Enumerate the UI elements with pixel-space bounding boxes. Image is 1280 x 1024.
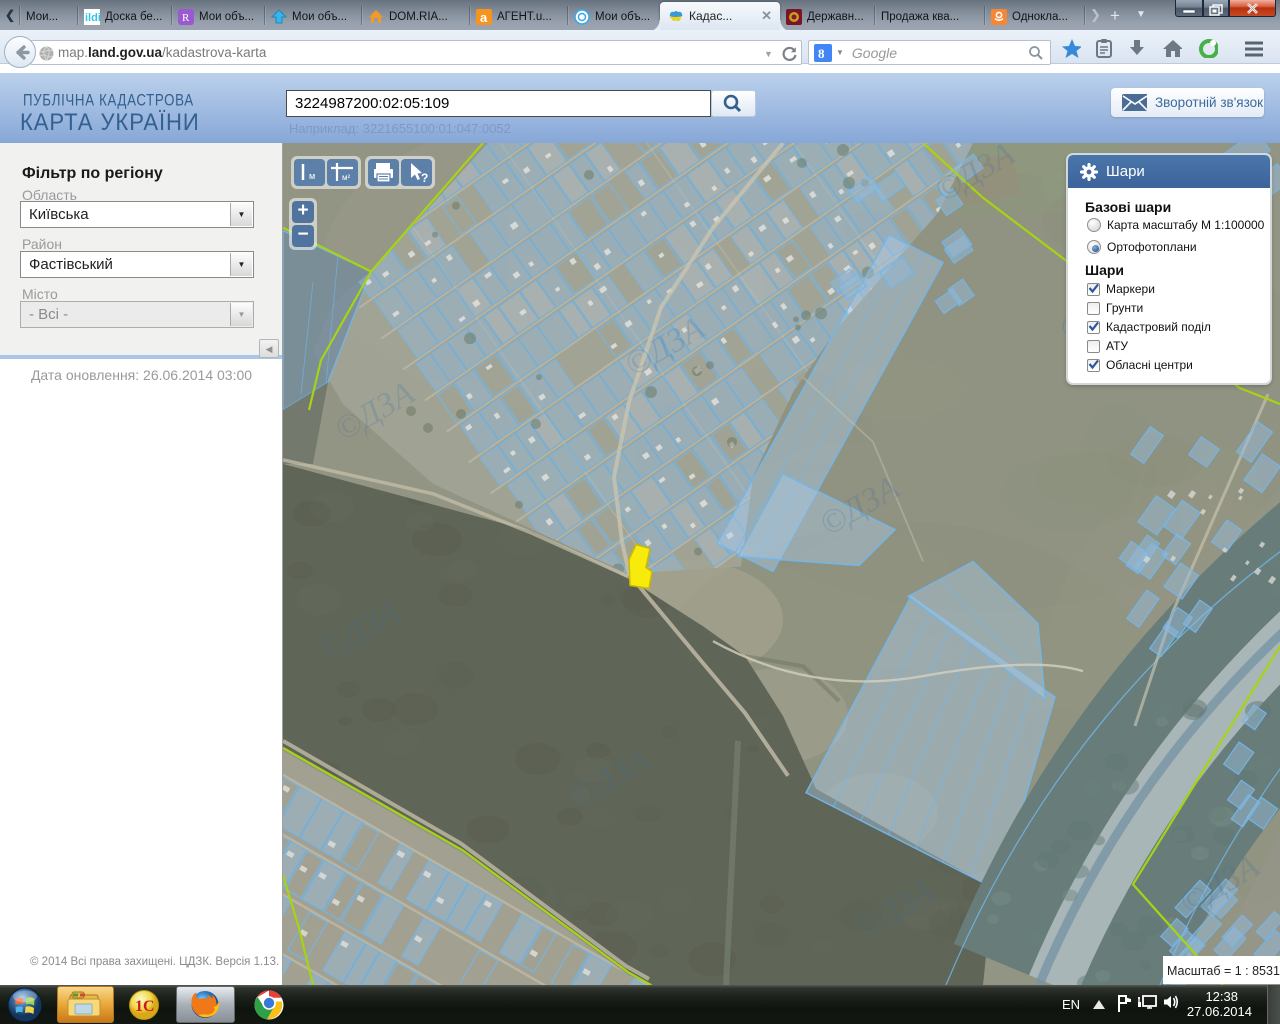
svg-text:R: R (182, 12, 190, 24)
svg-text:8: 8 (818, 46, 825, 61)
svg-text:1С: 1С (135, 998, 155, 1015)
svg-text:ildi: ildi (85, 12, 100, 24)
svg-text:a: a (480, 10, 488, 25)
